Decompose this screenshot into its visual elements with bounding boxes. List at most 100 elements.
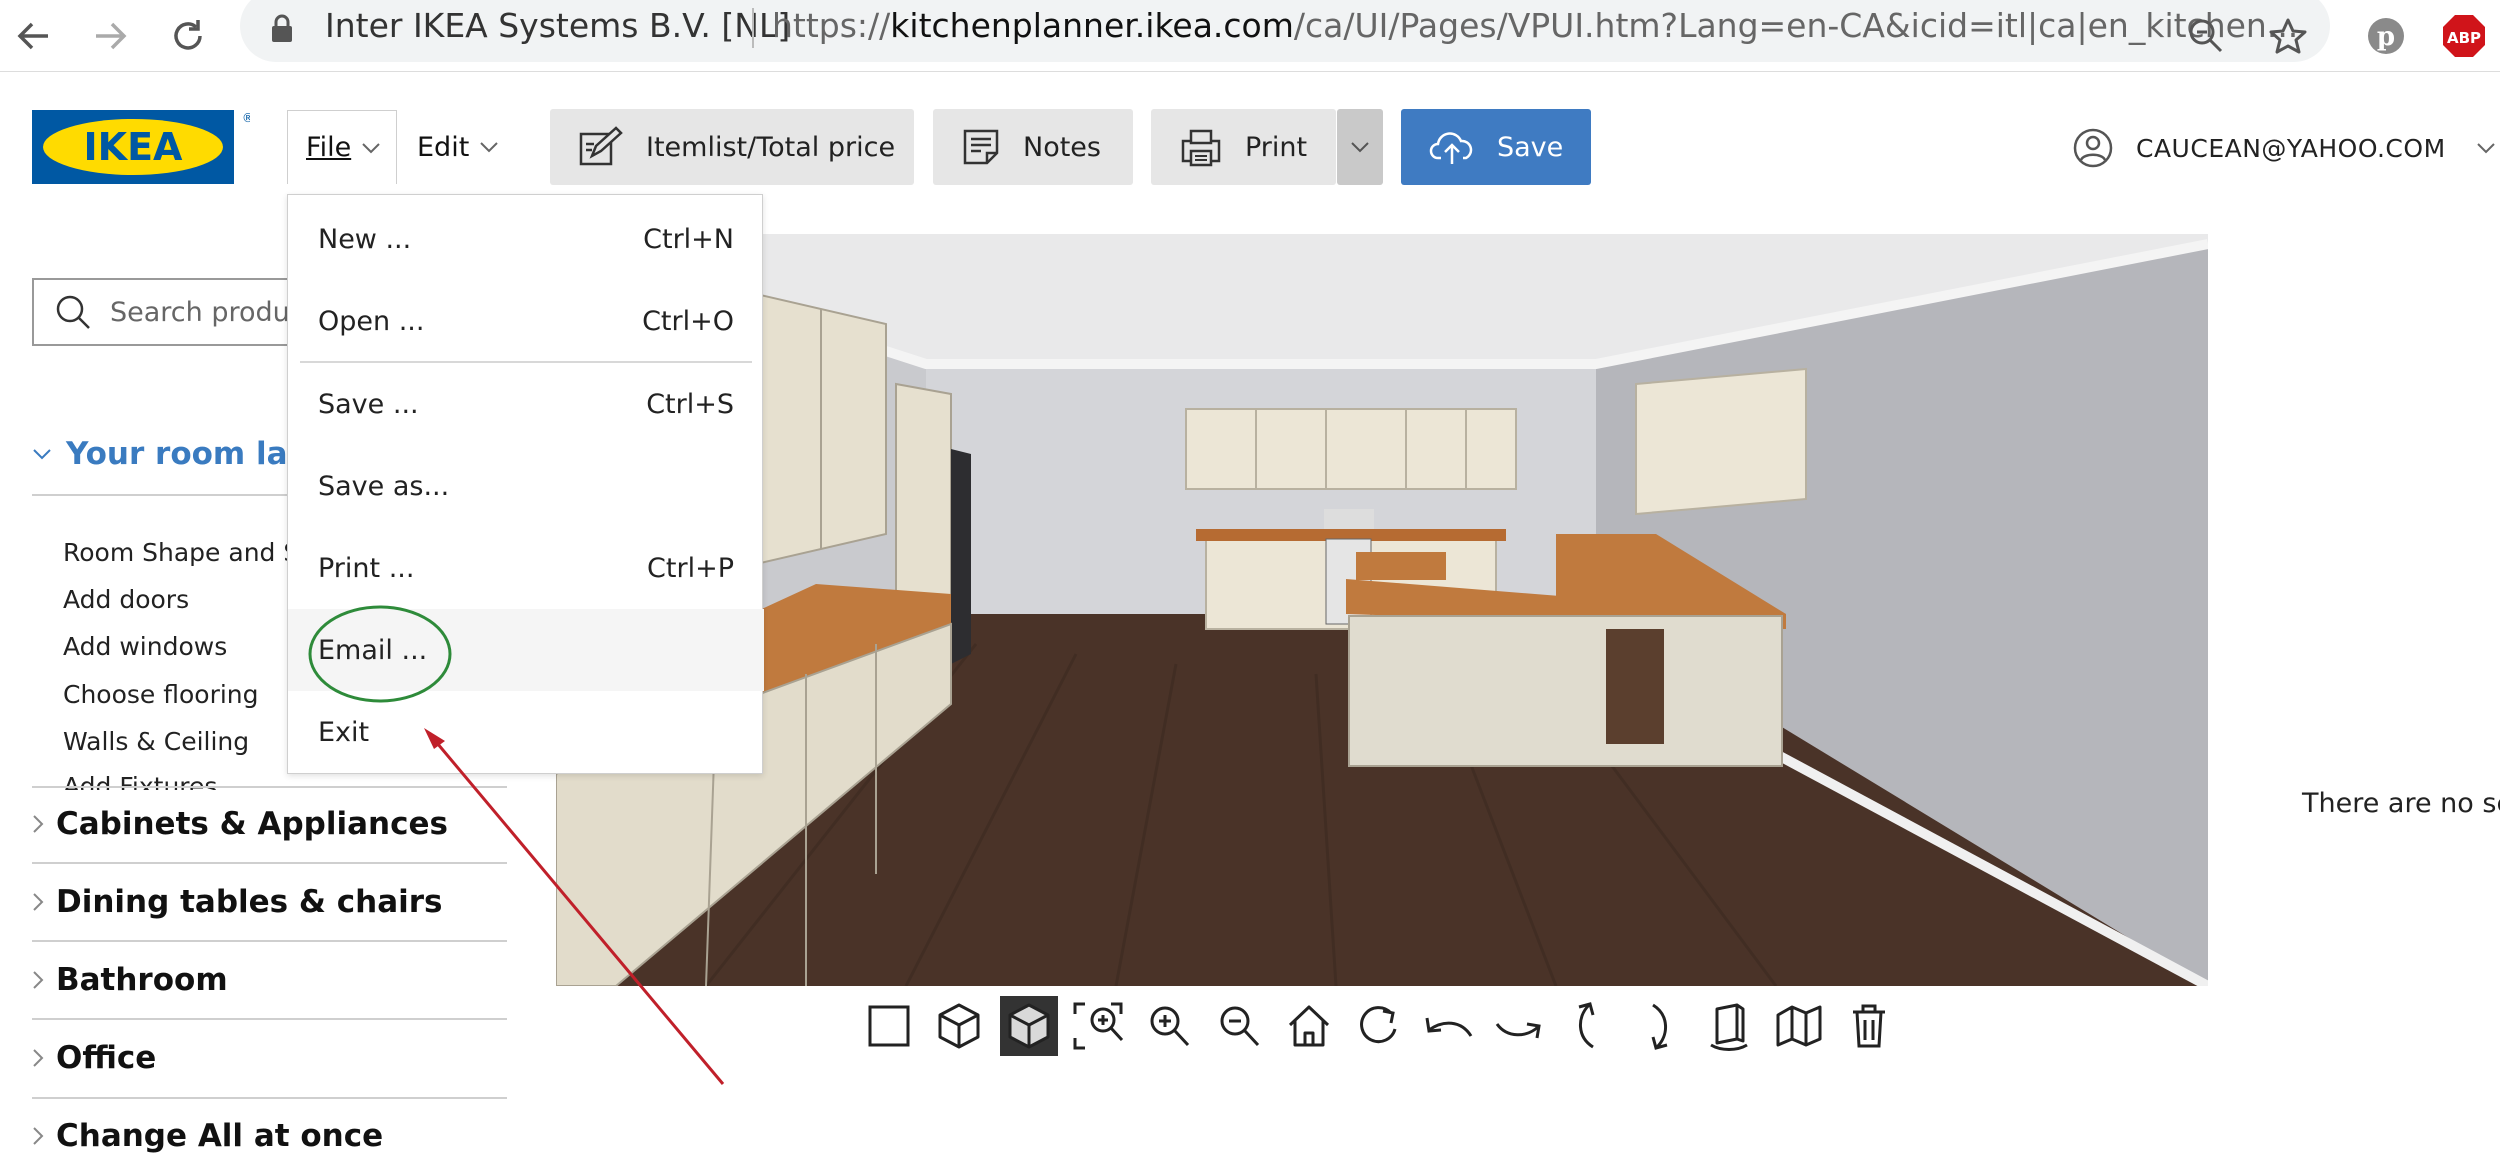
print-button[interactable]: Print bbox=[1151, 109, 1336, 185]
chevron-down-icon bbox=[362, 142, 380, 153]
url-domain: kitchenplanner.ikea.com bbox=[890, 6, 1294, 45]
zoom-in-icon[interactable] bbox=[1140, 996, 1198, 1056]
adblock-label: ABP bbox=[2447, 29, 2481, 47]
tilt-up-icon[interactable] bbox=[1560, 996, 1618, 1056]
room-item-flooring[interactable]: Choose flooring bbox=[63, 680, 259, 709]
category-label: Office bbox=[56, 1040, 157, 1076]
adblock-icon[interactable]: ABP bbox=[2438, 10, 2490, 62]
print-label: Print bbox=[1245, 131, 1308, 163]
print-dropdown-button[interactable] bbox=[1337, 109, 1383, 185]
3d-kitchen-view[interactable] bbox=[556, 234, 2208, 986]
menu-item-shortcut: Ctrl+O bbox=[642, 305, 734, 337]
svg-text:p: p bbox=[2377, 22, 2395, 52]
ikea-logo[interactable]: IKEA ® bbox=[32, 110, 250, 184]
forward-icon[interactable] bbox=[84, 10, 136, 62]
menu-item-label: Save ... bbox=[318, 388, 419, 420]
view-toolbar bbox=[860, 996, 1898, 1056]
no-selection-message: There are no se bbox=[2302, 788, 2500, 819]
url-path: /ca/UI/Pages/VPUI.htm?Lang=en-CA&icid=it… bbox=[1293, 6, 2299, 45]
category-bathroom[interactable]: Bathroom bbox=[32, 962, 228, 998]
zoom-icon[interactable] bbox=[2180, 10, 2232, 62]
bookmark-star-icon[interactable] bbox=[2262, 10, 2314, 62]
rotate-left-2-icon[interactable] bbox=[1490, 996, 1548, 1056]
itemlist-label: Itemlist/Total price bbox=[646, 131, 896, 163]
rotate-right-icon[interactable] bbox=[1350, 996, 1408, 1056]
menu-item-label: Print ... bbox=[318, 552, 415, 584]
notes-icon bbox=[961, 127, 1001, 167]
room-item-walls[interactable]: Walls & Ceiling bbox=[63, 727, 249, 756]
home-icon[interactable] bbox=[1280, 996, 1338, 1056]
menu-item-shortcut: Ctrl+S bbox=[646, 388, 734, 420]
menu-item-open[interactable]: Open ... Ctrl+O bbox=[288, 280, 764, 362]
search-icon bbox=[56, 295, 90, 329]
divider bbox=[32, 786, 507, 788]
cloud-upload-icon bbox=[1429, 128, 1475, 166]
category-label: Cabinets & Appliances bbox=[56, 806, 448, 842]
chevron-right-icon bbox=[33, 1127, 44, 1145]
category-office[interactable]: Office bbox=[32, 1040, 156, 1076]
divider bbox=[32, 1097, 507, 1099]
menu-item-save[interactable]: Save ... Ctrl+S bbox=[288, 363, 764, 445]
3d-view-solid-icon[interactable] bbox=[1000, 996, 1058, 1056]
menu-item-print[interactable]: Print ... Ctrl+P bbox=[288, 527, 764, 609]
category-change-all[interactable]: Change All at once bbox=[32, 1118, 383, 1154]
notes-button[interactable]: Notes bbox=[933, 109, 1133, 185]
room-item-doors[interactable]: Add doors bbox=[63, 585, 189, 614]
menu-item-shortcut: Ctrl+N bbox=[643, 223, 734, 255]
category-cabinets[interactable]: Cabinets & Appliances bbox=[32, 806, 448, 842]
file-menu[interactable]: File bbox=[287, 110, 397, 184]
site-identity: Inter IKEA Systems B.V. [NL] bbox=[325, 6, 791, 45]
kitchen-render bbox=[556, 234, 2208, 986]
category-label: Bathroom bbox=[56, 962, 228, 998]
category-dining[interactable]: Dining tables & chairs bbox=[32, 884, 443, 920]
edit-list-icon bbox=[578, 126, 624, 168]
chevron-down-icon bbox=[33, 449, 51, 460]
back-icon[interactable] bbox=[8, 10, 60, 62]
menu-item-email[interactable]: Email ... bbox=[288, 609, 764, 691]
user-icon bbox=[2073, 128, 2113, 168]
divider bbox=[32, 940, 507, 942]
edit-menu[interactable]: Edit bbox=[403, 110, 513, 184]
notes-label: Notes bbox=[1023, 131, 1101, 163]
url-separator bbox=[752, 8, 754, 48]
url-prefix: https:// bbox=[772, 6, 891, 45]
lock-icon bbox=[270, 14, 294, 44]
chevron-right-icon bbox=[33, 1049, 44, 1067]
itemlist-button[interactable]: Itemlist/Total price bbox=[550, 109, 914, 185]
user-account-menu[interactable]: CAUCEAN@YAHOO.COM bbox=[2072, 120, 2496, 176]
room-item-windows[interactable]: Add windows bbox=[63, 632, 227, 661]
delete-icon[interactable] bbox=[1840, 996, 1898, 1056]
chevron-right-icon bbox=[33, 971, 44, 989]
reload-icon[interactable] bbox=[162, 10, 214, 62]
2d-view-icon[interactable] bbox=[860, 996, 918, 1056]
chevron-down-icon bbox=[480, 142, 499, 153]
chevron-down-icon bbox=[1351, 142, 1369, 153]
save-button[interactable]: Save bbox=[1401, 109, 1591, 185]
3d-view-icon[interactable] bbox=[930, 996, 988, 1056]
menu-item-label: Exit bbox=[318, 716, 370, 748]
menu-item-label: Email ... bbox=[318, 634, 428, 666]
zoom-fit-icon[interactable] bbox=[1070, 996, 1128, 1056]
file-menu-label: File bbox=[306, 132, 352, 163]
menu-item-exit[interactable]: Exit bbox=[288, 691, 764, 773]
chevron-right-icon bbox=[33, 893, 44, 911]
menu-item-new[interactable]: New ... Ctrl+N bbox=[288, 198, 764, 280]
walls-hide-icon[interactable] bbox=[1770, 996, 1828, 1056]
save-label: Save bbox=[1497, 131, 1564, 163]
rotate-left-icon[interactable] bbox=[1420, 996, 1478, 1056]
zoom-out-icon[interactable] bbox=[1210, 996, 1268, 1056]
menu-item-shortcut: Ctrl+P bbox=[647, 552, 734, 584]
file-menu-dropdown: New ... Ctrl+N Open ... Ctrl+O Save ... … bbox=[287, 194, 764, 774]
print-icon bbox=[1179, 127, 1223, 167]
wall-toggle-icon[interactable] bbox=[1700, 996, 1758, 1056]
pinterest-icon[interactable]: p bbox=[2360, 10, 2412, 62]
url-text[interactable]: https://kitchenplanner.ikea.com/ca/UI/Pa… bbox=[772, 6, 2298, 45]
svg-text:®: ® bbox=[242, 111, 250, 125]
browser-toolbar: Inter IKEA Systems B.V. [NL] https://kit… bbox=[0, 0, 2500, 72]
logo-text: IKEA bbox=[84, 125, 184, 169]
menu-item-save-as[interactable]: Save as... bbox=[288, 445, 764, 527]
menu-item-label: Open ... bbox=[318, 305, 425, 337]
divider bbox=[32, 862, 507, 864]
category-label: Change All at once bbox=[56, 1118, 384, 1154]
tilt-down-icon[interactable] bbox=[1630, 996, 1688, 1056]
